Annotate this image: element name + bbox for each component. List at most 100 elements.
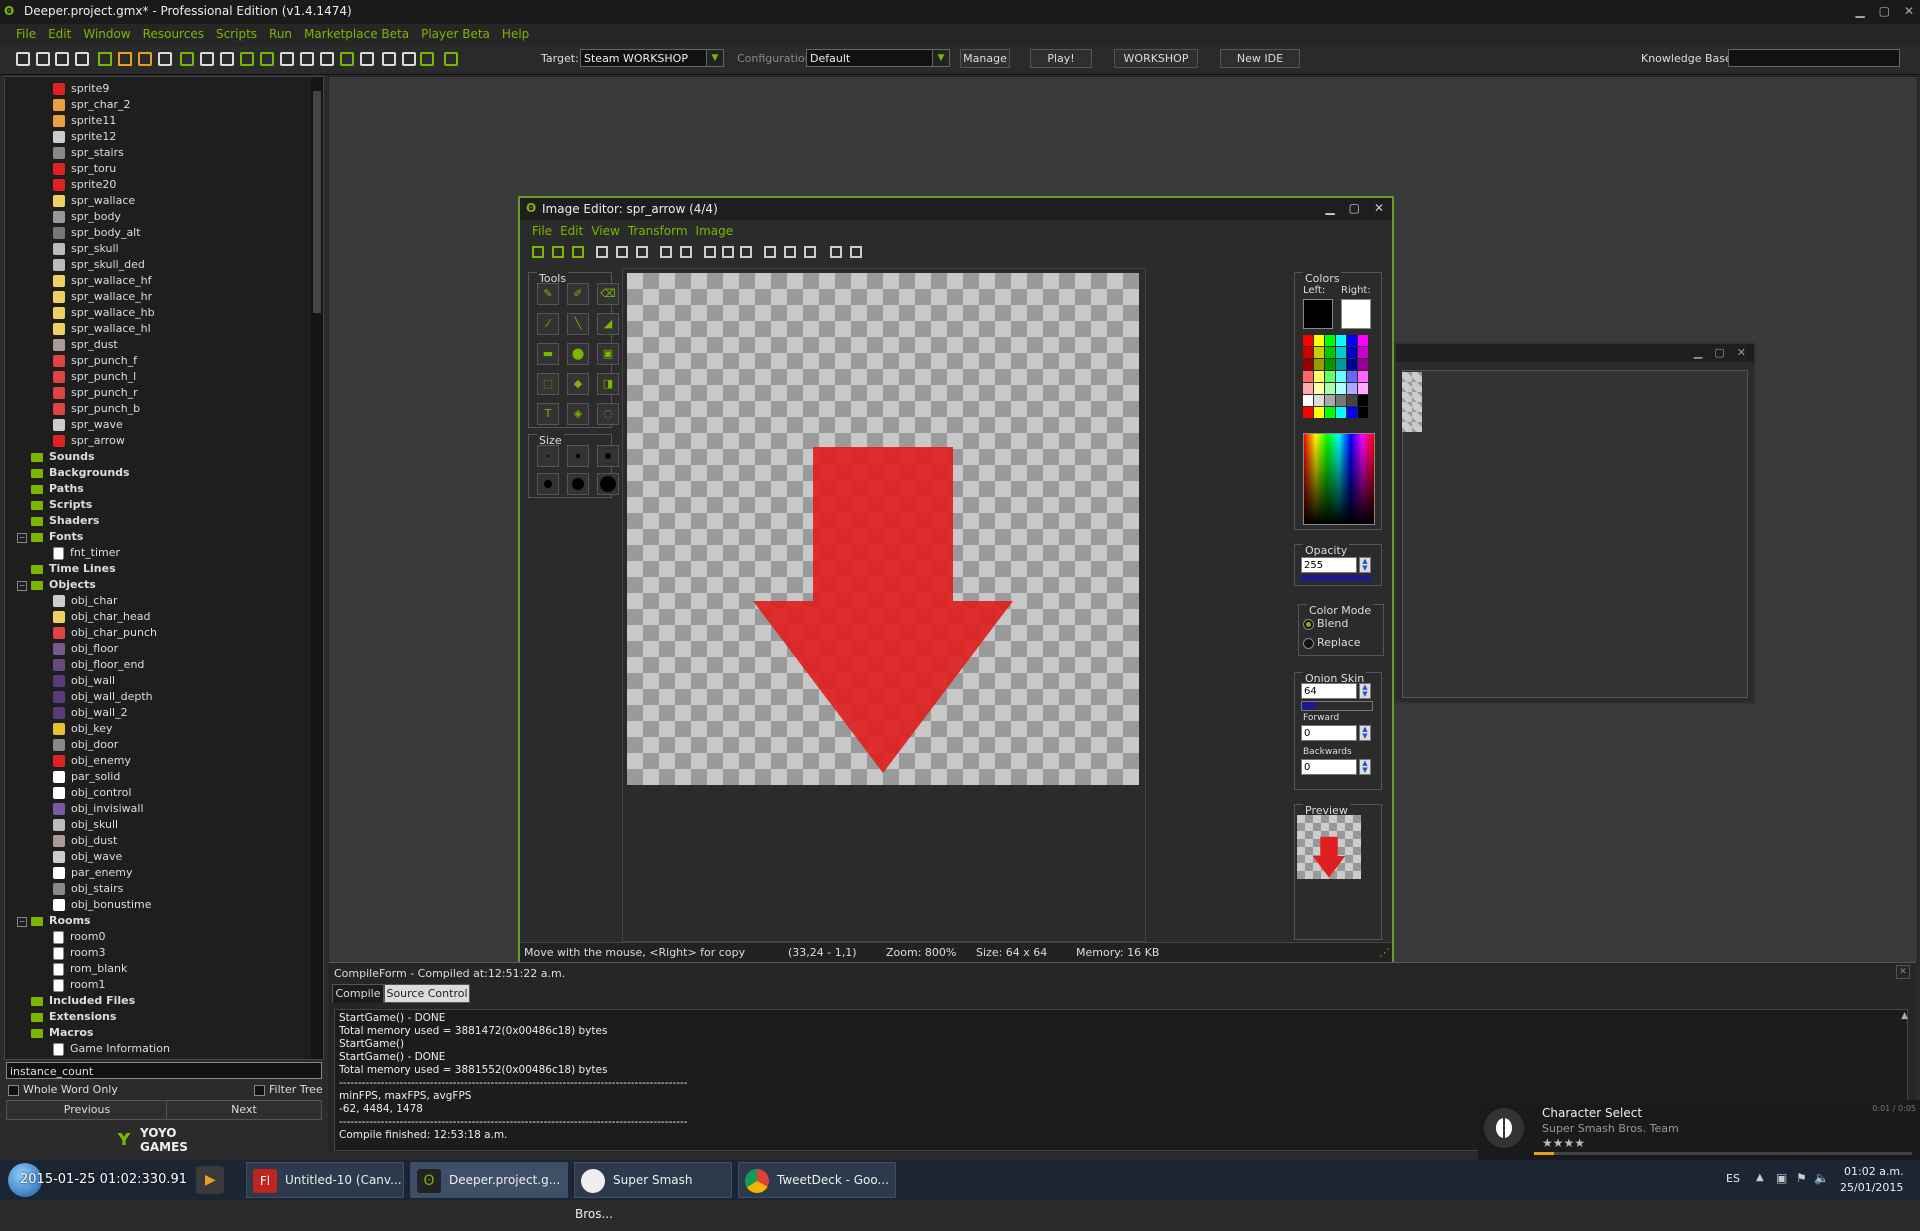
backwards-input[interactable]: 0 [1301, 759, 1357, 775]
palette-swatch[interactable] [1303, 359, 1313, 370]
undo-icon[interactable] [660, 246, 672, 258]
tree-item[interactable]: fnt_timer [53, 545, 120, 561]
close-icon[interactable]: ✕ [1374, 201, 1384, 215]
palette-swatch[interactable] [1347, 359, 1357, 370]
ie-menu-item-edit[interactable]: Edit [556, 224, 587, 238]
tree-item[interactable]: sprite20 [53, 177, 116, 193]
minimize-icon[interactable]: ▁ [1694, 346, 1702, 359]
game-info-icon[interactable] [382, 52, 396, 66]
palette-swatch[interactable] [1336, 371, 1346, 382]
media-player-icon[interactable]: ▶ [196, 1166, 224, 1194]
palette-swatch[interactable] [1358, 407, 1368, 418]
add-extension-icon[interactable] [420, 52, 434, 66]
pixel-canvas[interactable] [627, 273, 1139, 785]
palette-swatch[interactable] [1336, 359, 1346, 370]
palette-swatch[interactable] [1347, 407, 1357, 418]
resize-grip-icon[interactable]: ⋰ [1379, 946, 1390, 959]
zoom-out-icon[interactable] [784, 246, 796, 258]
collapse-icon[interactable]: − [17, 917, 27, 927]
tree-item[interactable]: obj_wall_2 [53, 705, 128, 721]
palette-swatch[interactable] [1347, 383, 1357, 394]
add-timeline-icon[interactable] [320, 52, 334, 66]
blend-radio[interactable] [1303, 619, 1314, 630]
tree-item[interactable]: par_solid [53, 769, 120, 785]
tree-item[interactable]: Paths [17, 481, 84, 497]
maximize-icon[interactable]: ▢ [1714, 346, 1724, 359]
tree-item[interactable]: Macros [17, 1025, 93, 1041]
menu-item-file[interactable]: File [10, 27, 42, 41]
palette-swatch[interactable] [1325, 335, 1335, 346]
create-exe-icon[interactable] [75, 52, 89, 66]
tree-item[interactable]: obj_char_head [53, 609, 151, 625]
menu-item-marketplace-beta[interactable]: Marketplace Beta [298, 27, 415, 41]
global-settings-icon[interactable] [402, 52, 416, 66]
line-tool-icon[interactable]: ╲ [567, 313, 589, 335]
opacity-spinner[interactable]: ▲ ▼ [1359, 557, 1371, 573]
config-select[interactable]: Default ▼ [806, 49, 950, 67]
palette-swatch[interactable] [1358, 335, 1368, 346]
task-smash[interactable]: Super Smash Bros... [574, 1162, 732, 1221]
save-icon[interactable] [636, 246, 648, 258]
palette-swatch[interactable] [1325, 359, 1335, 370]
clock-date[interactable]: 25/01/2015 [1840, 1181, 1903, 1194]
palette-swatch[interactable] [1314, 395, 1324, 406]
ellipse-tool-icon[interactable]: ⬤ [567, 343, 589, 365]
menu-item-player-beta[interactable]: Player Beta [415, 27, 496, 41]
tree-item[interactable]: sprite11 [53, 113, 116, 129]
palette-swatch[interactable] [1358, 359, 1368, 370]
network-icon[interactable]: ▣ [1776, 1171, 1787, 1185]
tree-item[interactable]: obj_bonustime [53, 897, 152, 913]
tree-item[interactable]: obj_control [53, 785, 131, 801]
cut-icon[interactable] [704, 246, 716, 258]
forward-input[interactable]: 0 [1301, 725, 1357, 741]
tree-item[interactable]: spr_wallace [53, 193, 135, 209]
left-color-swatch[interactable] [1303, 299, 1333, 329]
stop-icon[interactable] [138, 52, 152, 66]
save-icon[interactable] [55, 52, 69, 66]
palette-swatch[interactable] [1303, 371, 1313, 382]
background-window[interactable]: ▁ ▢ ✕ [1394, 342, 1756, 704]
palette-swatch[interactable] [1347, 335, 1357, 346]
onion-skin-bar[interactable] [1301, 701, 1373, 711]
tree-item[interactable]: obj_wave [53, 849, 122, 865]
backwards-spinner[interactable]: ▲ ▼ [1359, 759, 1371, 775]
tree-search-input[interactable]: instance_count [6, 1062, 322, 1079]
close-icon[interactable]: ✕ [1896, 965, 1910, 979]
collapse-icon[interactable]: − [17, 581, 27, 591]
palette-swatch[interactable] [1347, 395, 1357, 406]
tree-item[interactable]: obj_door [53, 737, 118, 753]
tree-item[interactable]: spr_stairs [53, 145, 124, 161]
palette-swatch[interactable] [1314, 407, 1324, 418]
tree-item[interactable]: spr_punch_b [53, 401, 140, 417]
workshop-button[interactable]: WORKSHOP [1114, 49, 1198, 68]
close-icon[interactable]: ✕ [1904, 4, 1914, 18]
palette-swatch[interactable] [1336, 335, 1346, 346]
new-ide-button[interactable]: New IDE [1220, 49, 1300, 68]
tree-item[interactable]: Game Information [53, 1041, 170, 1057]
zoom-in-icon[interactable] [764, 246, 776, 258]
tree-item[interactable]: spr_punch_f [53, 353, 137, 369]
minimize-icon[interactable]: ▁ [1855, 4, 1864, 18]
tree-item[interactable]: room0 [53, 929, 105, 945]
tree-item[interactable]: spr_punch_r [53, 385, 138, 401]
tree-item[interactable]: obj_key [53, 721, 113, 737]
palette-swatch[interactable] [1303, 383, 1313, 394]
onion-skin-spinner[interactable]: ▲ ▼ [1359, 683, 1371, 699]
playback-progress[interactable] [1534, 1152, 1912, 1155]
new-icon[interactable] [596, 246, 608, 258]
add-font-icon[interactable] [300, 52, 314, 66]
palette-swatch[interactable] [1358, 395, 1368, 406]
tree-item[interactable]: obj_stairs [53, 881, 123, 897]
ie-menu-item-view[interactable]: View [587, 224, 623, 238]
image-settings-icon[interactable] [850, 246, 862, 258]
rectangle-tool-icon[interactable]: ▬ [537, 343, 559, 365]
rounded-rect-tool-icon[interactable]: ▣ [597, 343, 619, 365]
tree-item[interactable]: obj_floor_end [53, 657, 144, 673]
add-background-icon[interactable] [220, 52, 234, 66]
tree-item[interactable]: room3 [53, 945, 105, 961]
tree-item[interactable]: sprite9 [53, 81, 109, 97]
palette-swatch[interactable] [1303, 407, 1313, 418]
redo-icon[interactable] [680, 246, 692, 258]
color-picker-tool-icon[interactable]: ⁄ [537, 313, 559, 335]
open-icon[interactable] [616, 246, 628, 258]
